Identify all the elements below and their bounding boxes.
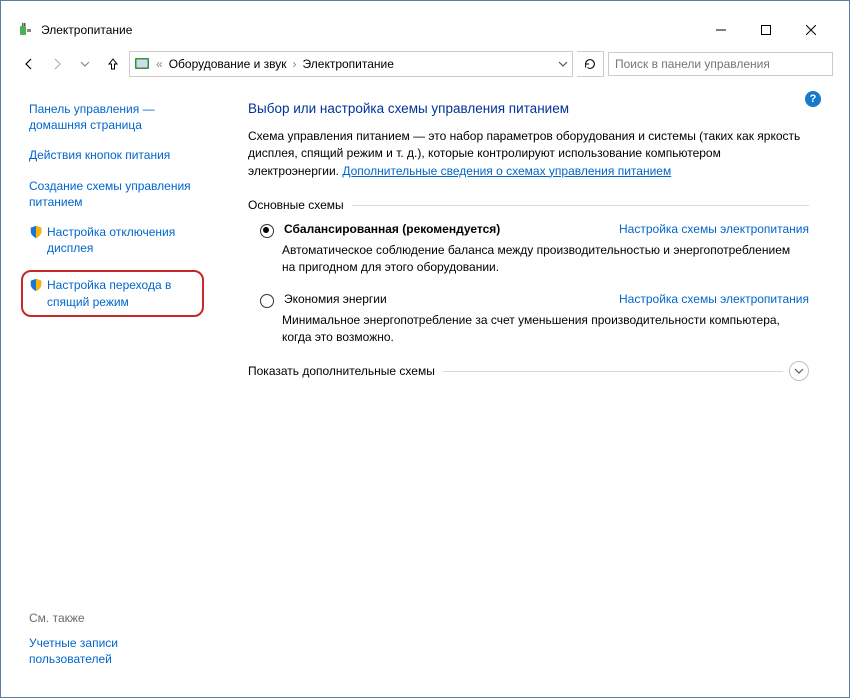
sidebar-item-display-off[interactable]: Настройка отключения дисплея <box>29 224 200 256</box>
page-title: Выбор или настройка схемы управления пит… <box>248 101 809 116</box>
plan-row-balanced: Сбалансированная (рекомендуется) Настрой… <box>248 222 809 238</box>
breadcrumb-level-2[interactable]: Электропитание <box>303 57 394 71</box>
control-panel-icon <box>134 56 150 72</box>
shield-icon <box>29 225 43 239</box>
main-pane: Выбор или настройка схемы управления пит… <box>210 83 835 683</box>
recent-locations-button[interactable] <box>73 52 97 76</box>
search-input[interactable] <box>608 52 833 76</box>
up-button[interactable] <box>101 52 125 76</box>
shield-icon <box>29 278 43 292</box>
more-info-link[interactable]: Дополнительные сведения о схемах управле… <box>342 164 671 178</box>
window-title: Электропитание <box>41 23 698 37</box>
radio-balanced[interactable] <box>260 224 274 238</box>
plan-desc-balanced: Автоматическое соблюдение баланса между … <box>248 242 809 276</box>
breadcrumb-level-1[interactable]: Оборудование и звук <box>169 57 287 71</box>
plan-settings-link-balanced[interactable]: Настройка схемы электропитания <box>619 222 809 236</box>
plan-settings-link-power-saver[interactable]: Настройка схемы электропитания <box>619 292 809 306</box>
chevron-left-icon: « <box>156 57 163 71</box>
address-row: « Оборудование и звук › Электропитание <box>15 45 835 83</box>
radio-power-saver[interactable] <box>260 294 274 308</box>
refresh-button[interactable] <box>577 51 604 77</box>
back-button[interactable] <box>17 52 41 76</box>
sidebar-home-link[interactable]: Панель управления — домашняя страница <box>29 101 200 133</box>
group-header-basic-plans: Основные схемы <box>248 198 809 212</box>
power-options-icon <box>17 22 33 38</box>
plan-label-power-saver[interactable]: Экономия энергии <box>284 292 387 306</box>
sidebar-item-sleep-settings[interactable]: Настройка перехода в спящий режим <box>21 270 204 316</box>
chevron-right-icon: › <box>293 57 297 71</box>
plan-row-power-saver: Экономия энергии Настройка схемы электро… <box>248 292 809 308</box>
maximize-button[interactable] <box>743 16 788 44</box>
chevron-down-icon <box>789 361 809 381</box>
address-dropdown-icon[interactable] <box>558 59 568 69</box>
window-frame: Электропитание « Оборудование и звук › Э… <box>0 0 850 698</box>
see-also-label: См. также <box>29 611 200 625</box>
plan-label-balanced[interactable]: Сбалансированная (рекомендуется) <box>284 222 500 236</box>
address-bar[interactable]: « Оборудование и звук › Электропитание <box>129 51 573 77</box>
close-button[interactable] <box>788 16 833 44</box>
help-icon[interactable]: ? <box>805 91 821 107</box>
sidebar-item-power-buttons[interactable]: Действия кнопок питания <box>29 147 200 163</box>
show-additional-plans[interactable]: Показать дополнительные схемы <box>248 361 809 381</box>
minimize-button[interactable] <box>698 16 743 44</box>
left-navigation: Панель управления — домашняя страница Де… <box>15 83 210 683</box>
plan-desc-power-saver: Минимальное энергопотребление за счет ум… <box>248 312 809 346</box>
page-description: Схема управления питанием — это набор па… <box>248 128 809 180</box>
title-bar: Электропитание <box>15 15 835 45</box>
forward-button[interactable] <box>45 52 69 76</box>
sidebar-see-also-user-accounts[interactable]: Учетные записи пользователей <box>29 635 200 667</box>
content-area: ? Панель управления — домашняя страница … <box>15 83 835 683</box>
sidebar-item-create-plan[interactable]: Создание схемы управления питанием <box>29 178 200 210</box>
